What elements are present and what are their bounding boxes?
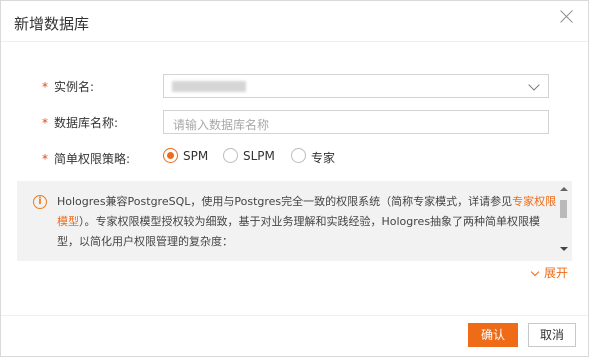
database-name-placeholder: 请输入数据库名称 <box>173 118 270 132</box>
close-icon[interactable] <box>559 8 575 24</box>
instance-label: * 实例名: <box>42 78 94 95</box>
permission-strategy-label-text: 简单权限策略: <box>54 152 131 166</box>
notice-text-after: ）。专家权限模型授权较为细致，基于对业务理解和实践经验，Hologres抽象了两… <box>57 215 541 248</box>
scroll-thumb[interactable] <box>560 200 567 218</box>
required-mark: * <box>42 116 48 130</box>
info-icon: i <box>33 195 47 209</box>
notice-text-before: Hologres兼容PostgreSQL，使用与Postgres完全一致的权限系… <box>57 195 513 208</box>
permission-strategy-label: * 简单权限策略: <box>42 150 130 167</box>
instance-label-text: 实例名: <box>54 80 95 94</box>
footer-divider <box>1 315 588 316</box>
scroll-down-icon[interactable] <box>560 247 568 251</box>
instance-select-value-redacted <box>172 81 246 92</box>
cancel-button[interactable]: 取消 <box>528 323 576 347</box>
instance-select[interactable] <box>163 74 549 98</box>
new-database-dialog: 新增数据库 * 实例名: * 数据库名称: 请输入数据库名称 * 简单权限策略: SP… <box>0 0 589 357</box>
radio-spm-label: SPM <box>183 149 209 163</box>
notice-text: Hologres兼容PostgreSQL，使用与Postgres完全一致的权限系… <box>57 192 557 252</box>
scroll-up-icon[interactable] <box>560 187 568 191</box>
dialog-title: 新增数据库 <box>14 15 90 33</box>
header-divider <box>1 41 588 42</box>
database-name-label-text: 数据库名称: <box>54 116 119 130</box>
required-mark: * <box>42 80 48 94</box>
notice-scrollbar[interactable] <box>559 185 568 257</box>
required-mark: * <box>42 152 48 166</box>
chevron-down-icon <box>530 267 540 277</box>
radio-expert-label: 专家 <box>311 151 336 165</box>
radio-slpm-label: SLPM <box>243 149 275 163</box>
radio-checked-icon <box>163 148 178 163</box>
chevron-down-icon <box>528 79 540 91</box>
expand-label: 展开 <box>544 266 569 280</box>
radio-unchecked-icon <box>223 148 238 163</box>
confirm-button[interactable]: 确认 <box>468 323 518 347</box>
expand-toggle[interactable]: 展开 <box>530 264 569 281</box>
database-name-input[interactable]: 请输入数据库名称 <box>163 110 549 134</box>
info-notice: i Hologres兼容PostgreSQL，使用与Postgres完全一致的权… <box>17 181 572 261</box>
database-name-label: * 数据库名称: <box>42 114 118 131</box>
radio-unchecked-icon <box>291 148 306 163</box>
